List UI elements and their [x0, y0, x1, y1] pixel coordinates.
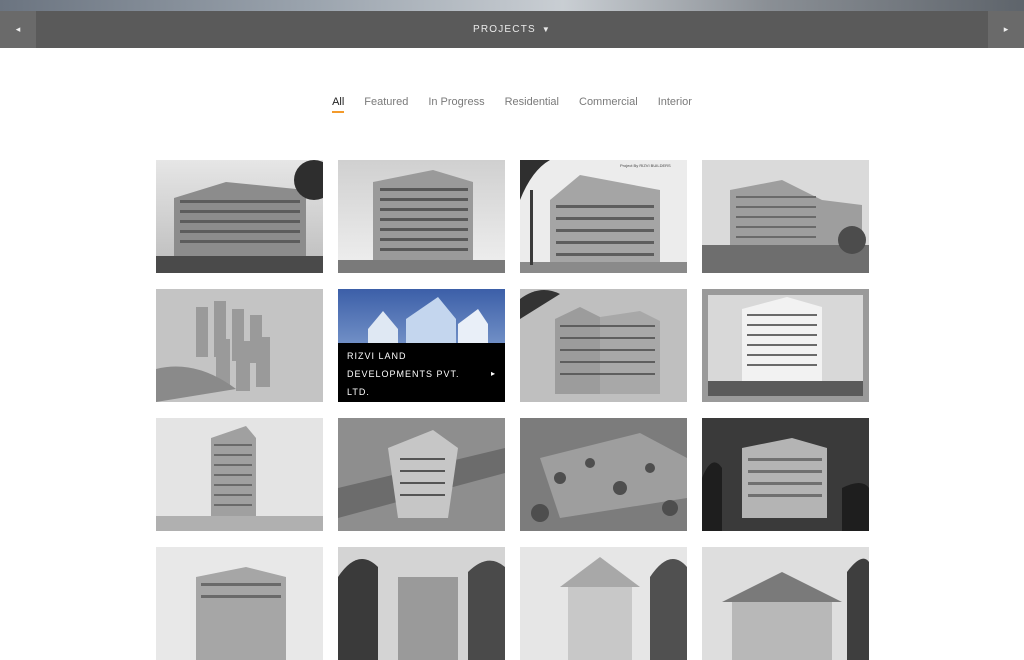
project-photo: [702, 289, 869, 402]
project-tile[interactable]: [156, 289, 323, 402]
project-photo: [156, 289, 323, 402]
hero-image-strip: [0, 0, 1024, 11]
filter-commercial[interactable]: Commercial: [579, 96, 638, 113]
chevron-right-icon: ▸: [1003, 24, 1009, 34]
project-title: RIZVI LAND DEVELOPMENTS PVT. LTD.: [347, 351, 460, 397]
project-tile[interactable]: [702, 547, 869, 660]
projects-menu-toggle[interactable]: PROJECTS ▼: [0, 11, 1024, 48]
project-photo: [338, 547, 505, 660]
projects-title: PROJECTS: [472, 24, 536, 35]
project-tile[interactable]: Project By RIZVI BUILDERS: [520, 160, 687, 273]
project-photo: [702, 418, 869, 531]
project-caption: Project By RIZVI BUILDERS: [620, 163, 671, 168]
filter-residential[interactable]: Residential: [505, 96, 559, 113]
project-tile[interactable]: RIZVI LAND DEVELOPMENTS PVT. LTD. ▸: [338, 289, 505, 402]
project-photo: [156, 160, 323, 273]
project-tile[interactable]: [702, 289, 869, 402]
project-tile[interactable]: [156, 547, 323, 660]
project-tile[interactable]: [702, 160, 869, 273]
project-photo: [520, 418, 687, 531]
project-photo: [520, 547, 687, 660]
project-tile[interactable]: [156, 160, 323, 273]
play-arrow-icon: ▸: [490, 369, 496, 378]
project-tile[interactable]: [338, 418, 505, 531]
project-photo: [520, 289, 687, 402]
project-tile[interactable]: [702, 418, 869, 531]
projects-navbar: ◂ PROJECTS ▼ ▸: [0, 11, 1024, 48]
project-hover-caption[interactable]: RIZVI LAND DEVELOPMENTS PVT. LTD. ▸: [338, 343, 505, 402]
filter-all[interactable]: All: [332, 96, 345, 113]
project-photo: [702, 547, 869, 660]
project-photo: [156, 547, 323, 660]
next-arrow-button[interactable]: ▸: [988, 11, 1024, 48]
project-photo: [338, 160, 505, 273]
filter-interior[interactable]: Interior: [658, 96, 692, 113]
project-filter-bar: All Featured In Progress Residential Com…: [0, 96, 1024, 113]
project-tile[interactable]: [520, 547, 687, 660]
filter-featured[interactable]: Featured: [364, 96, 408, 113]
project-tile[interactable]: [520, 418, 687, 531]
project-tile[interactable]: [338, 160, 505, 273]
project-tile[interactable]: [156, 418, 323, 531]
project-tile[interactable]: [520, 289, 687, 402]
caret-down-icon: ▼: [541, 25, 552, 34]
project-photo: [338, 418, 505, 531]
filter-in-progress[interactable]: In Progress: [428, 96, 484, 113]
project-photo: Project By RIZVI BUILDERS: [520, 160, 687, 273]
project-photo: [702, 160, 869, 273]
project-photo: [156, 418, 323, 531]
project-tile[interactable]: [338, 547, 505, 660]
